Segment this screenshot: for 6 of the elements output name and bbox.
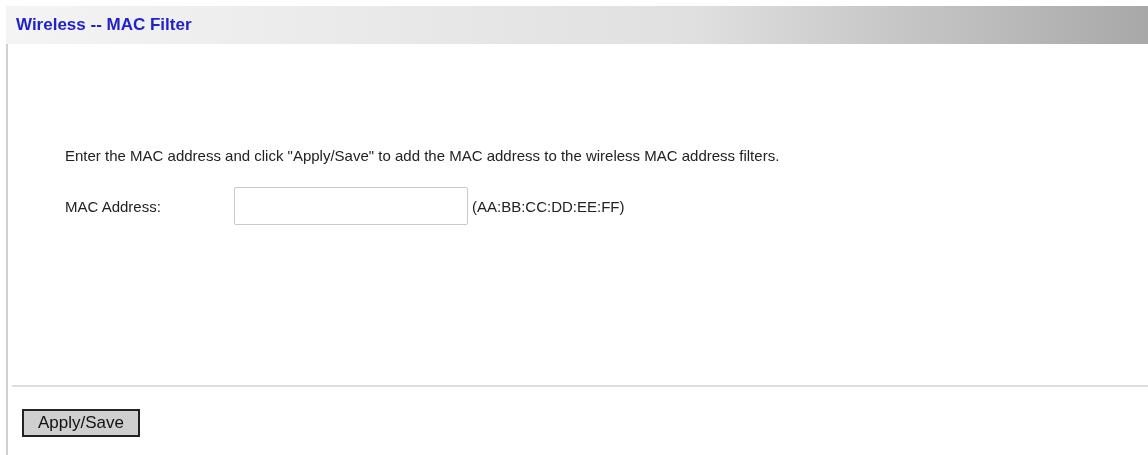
apply-save-button[interactable]: Apply/Save	[22, 409, 140, 437]
mac-address-field[interactable]	[234, 187, 468, 225]
instruction-text: Enter the MAC address and click "Apply/Save" to add the MAC address to the wireless MAC address filters.	[65, 147, 781, 164]
format-hint: (AA:BB:CC:DD:EE:FF)	[472, 197, 625, 215]
field-label: MAC Address:	[65, 197, 162, 215]
page-title: Wireless -- MAC Filter	[16, 15, 192, 35]
